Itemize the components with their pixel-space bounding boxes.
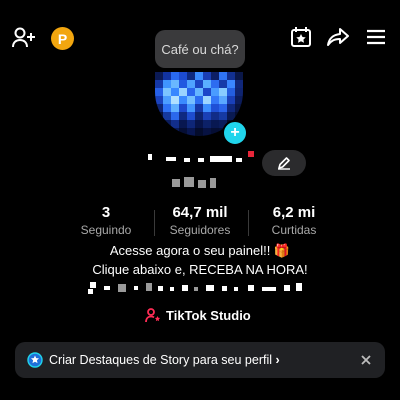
- add-story-button[interactable]: +: [222, 120, 248, 146]
- story-icon: [27, 352, 43, 368]
- add-user-icon: [12, 27, 35, 48]
- studio-label: TikTok Studio: [166, 307, 251, 323]
- chevron-right-icon: ›: [275, 353, 280, 367]
- stat-value: 6,2 mi: [272, 204, 316, 221]
- menu-button[interactable]: [366, 29, 386, 45]
- menu-icon: [367, 29, 385, 45]
- share-icon: [327, 28, 349, 46]
- banner-text: Criar Destaques de Story para seu perfil…: [49, 353, 280, 367]
- calendar-button[interactable]: [290, 26, 312, 48]
- calendar-star-icon: [291, 27, 311, 47]
- story-highlights-banner[interactable]: Criar Destaques de Story para seu perfil…: [15, 342, 385, 378]
- plus-icon: +: [230, 124, 240, 141]
- bio-line-1: Acesse agora o seu painel!! 🎁: [109, 243, 291, 258]
- bio-line-2: Clique abaixo e, RECEBA NA HORA!: [92, 262, 308, 277]
- close-banner-button[interactable]: [356, 350, 376, 370]
- note-bubble[interactable]: Café ou chá?: [155, 30, 245, 68]
- username-redacted: [140, 150, 250, 164]
- bio-link-redacted[interactable]: [88, 280, 310, 296]
- add-friend-button[interactable]: [12, 27, 36, 49]
- studio-icon: [145, 308, 161, 323]
- handle-redacted: [170, 176, 230, 190]
- pencil-icon: [278, 157, 290, 170]
- tiktok-studio-link[interactable]: TikTok Studio: [145, 306, 251, 324]
- close-icon: [361, 355, 371, 365]
- stat-likes[interactable]: 6,2 mi Curtidas: [239, 204, 349, 237]
- share-button[interactable]: [327, 27, 349, 47]
- coin-icon[interactable]: P: [51, 27, 74, 50]
- stat-label: Curtidas: [271, 223, 317, 237]
- edit-profile-button[interactable]: [262, 150, 306, 176]
- notification-dot: [248, 151, 254, 157]
